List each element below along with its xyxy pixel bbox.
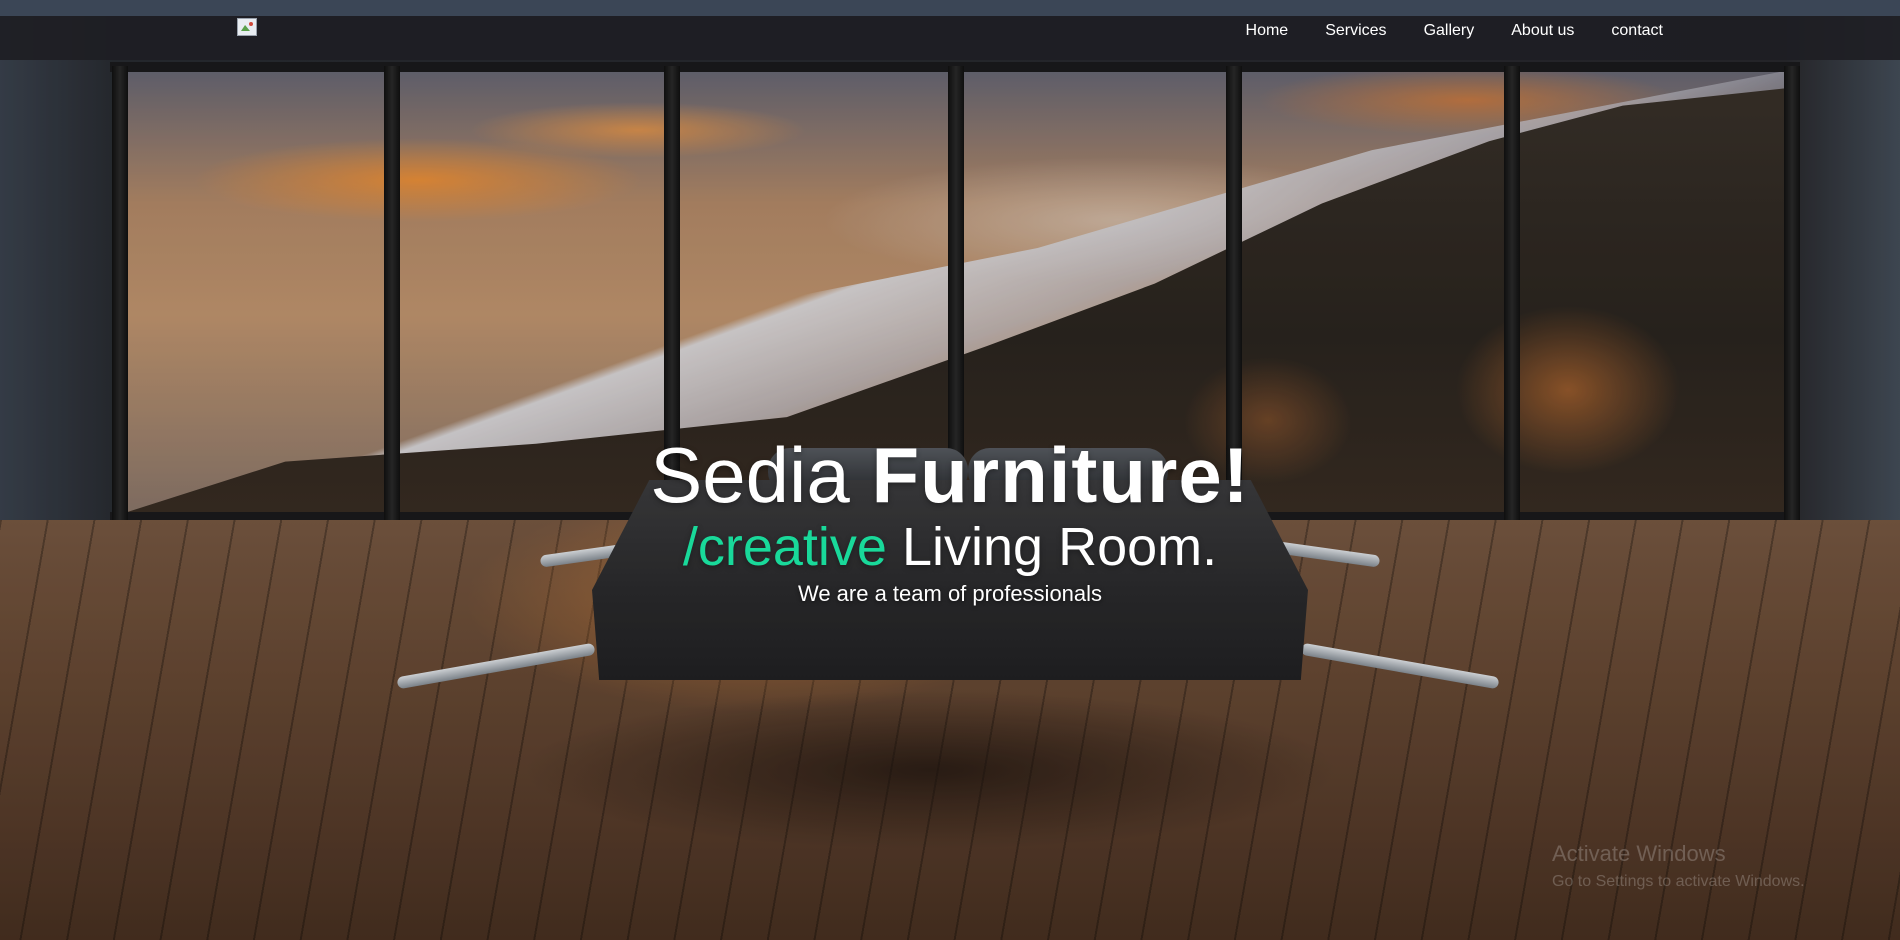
hero-headline: Sedia Furniture! bbox=[0, 432, 1900, 518]
nav-link-home[interactable]: Home bbox=[1246, 22, 1289, 40]
nav-links: Home Services Gallery About us contact bbox=[1246, 16, 1663, 46]
watermark-title: Activate Windows bbox=[1552, 841, 1726, 866]
headline-regular: Sedia bbox=[650, 431, 850, 519]
hero-subhead: /creative Living Room. bbox=[0, 518, 1900, 576]
nav-link-about[interactable]: About us bbox=[1511, 22, 1574, 40]
nav-link-gallery[interactable]: Gallery bbox=[1424, 22, 1475, 40]
watermark-subtitle: Go to Settings to activate Windows. bbox=[1552, 873, 1805, 890]
hero-text: Sedia Furniture! /creative Living Room. … bbox=[0, 432, 1900, 608]
broken-logo-icon[interactable] bbox=[237, 18, 257, 36]
headline-bold: Furniture! bbox=[871, 431, 1250, 519]
navbar: Home Services Gallery About us contact bbox=[0, 16, 1900, 60]
top-strip bbox=[0, 0, 1900, 16]
subhead-accent: /creative bbox=[682, 517, 887, 577]
hero-tagline: We are a team of professionals bbox=[797, 581, 1103, 606]
nav-link-contact[interactable]: contact bbox=[1611, 22, 1663, 40]
nav-link-services[interactable]: Services bbox=[1325, 22, 1386, 40]
subhead-rest: Living Room. bbox=[901, 517, 1218, 577]
activation-watermark: Activate Windows Go to Settings to activ… bbox=[1552, 840, 1805, 892]
